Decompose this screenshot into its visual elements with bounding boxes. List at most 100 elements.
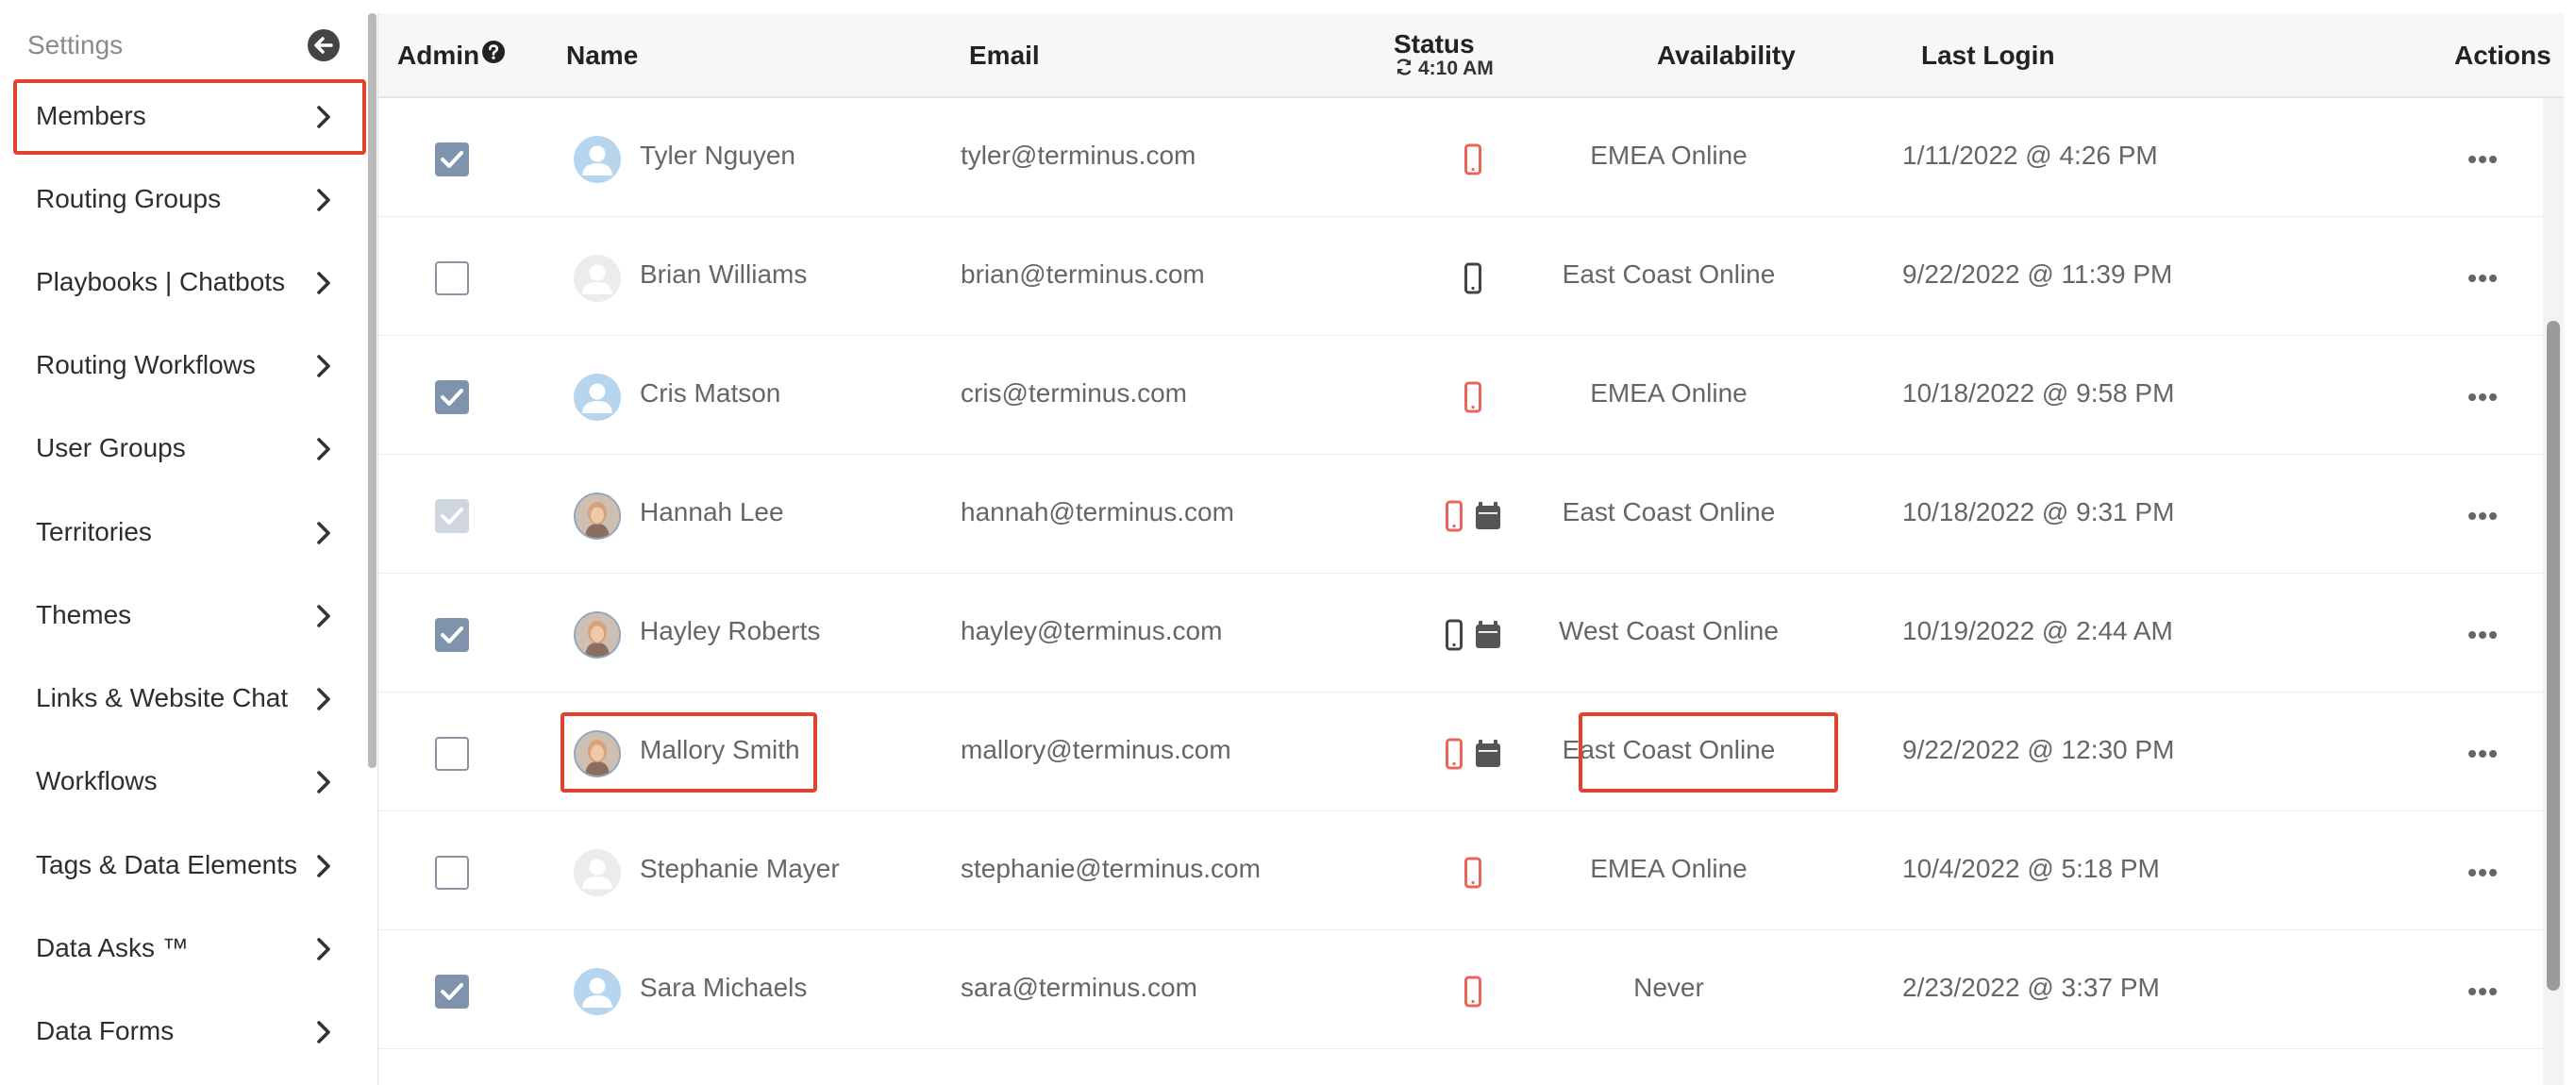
sidebar-item-label: Territories	[36, 517, 152, 546]
status-refresh[interactable]: 4:10 AM	[1394, 57, 1494, 80]
more-actions-icon[interactable]	[2467, 628, 2499, 645]
more-actions-icon[interactable]	[2467, 985, 2499, 1002]
more-actions-icon[interactable]	[2467, 153, 2499, 170]
table-row[interactable]: Sara Michaels sara@terminus.com Never 2/23/…	[378, 930, 2543, 1049]
member-email: hayley@terminus.com	[961, 616, 1223, 645]
admin-checkbox	[435, 499, 469, 533]
member-name[interactable]: Tyler Nguyen	[640, 141, 795, 171]
member-name[interactable]: Brian Williams	[640, 259, 807, 290]
mobile-icon	[1445, 618, 1464, 652]
sidebar-item-data-forms[interactable]: Data Forms	[13, 994, 366, 1070]
column-status[interactable]: Status	[1394, 29, 1475, 59]
availability[interactable]: West Coast Online	[1492, 616, 1846, 646]
column-name[interactable]: Name	[566, 41, 638, 71]
availability[interactable]: EMEA Online	[1492, 854, 1846, 884]
sidebar-item-label: Workflows	[36, 766, 158, 795]
availability[interactable]: EMEA Online	[1492, 378, 1846, 409]
member-name[interactable]: Stephanie Mayer	[640, 854, 840, 884]
last-login: 2/23/2022 @ 3:37 PM	[1902, 973, 2160, 1002]
sidebar-item-members[interactable]: Members	[13, 79, 366, 155]
availability[interactable]: Never	[1492, 973, 1846, 1003]
table-row[interactable]: Hannah Lee hannah@terminus.com East Coast …	[378, 455, 2543, 574]
member-name[interactable]: Cris Matson	[640, 378, 780, 409]
member-email: sara@terminus.com	[961, 973, 1197, 1002]
availability[interactable]: East Coast Online	[1492, 497, 1846, 527]
table-scrollbar-thumb[interactable]	[2547, 321, 2560, 991]
more-actions-icon[interactable]	[2467, 866, 2499, 883]
members-table: Admin Name Email Status 4:10 AM Availabi…	[377, 13, 2564, 1085]
avatar	[574, 968, 621, 1015]
avatar	[574, 136, 621, 183]
sidebar-item-territories[interactable]: Territories	[13, 495, 366, 571]
table-row[interactable]: Tyler Nguyen tyler@terminus.com EMEA Onlin…	[378, 98, 2543, 217]
last-login: 9/22/2022 @ 12:30 PM	[1902, 735, 2175, 764]
sidebar-item-label: Members	[36, 101, 146, 130]
table-row[interactable]: Brian Williams brian@terminus.com East Coa…	[378, 217, 2543, 336]
chevron-right-icon	[315, 187, 332, 218]
member-email: cris@terminus.com	[961, 378, 1188, 408]
sidebar-scrollbar[interactable]	[368, 13, 376, 768]
chevron-right-icon	[315, 769, 332, 800]
sidebar-item-data-asks[interactable]: Data Asks ™	[13, 911, 366, 987]
sidebar-item-playbooks-chatbots[interactable]: Playbooks | Chatbots	[13, 245, 366, 321]
highlight-box-name	[560, 712, 817, 793]
sidebar-item-label: Playbooks | Chatbots	[36, 267, 286, 296]
sidebar-item-tags-data-elements[interactable]: Tags & Data Elements	[13, 828, 366, 904]
sidebar-title: Settings	[27, 30, 124, 59]
chevron-right-icon	[315, 853, 332, 884]
admin-checkbox[interactable]	[435, 618, 469, 652]
admin-checkbox[interactable]	[435, 261, 469, 295]
column-availability[interactable]: Availability	[1657, 41, 1796, 71]
sidebar-item-routing-workflows[interactable]: Routing Workflows	[13, 328, 366, 404]
member-name[interactable]: Hannah Lee	[640, 497, 784, 527]
more-actions-icon[interactable]	[2467, 272, 2499, 289]
avatar	[574, 849, 621, 896]
more-actions-icon[interactable]	[2467, 747, 2499, 764]
admin-checkbox[interactable]	[435, 380, 469, 414]
member-name[interactable]: Sara Michaels	[640, 973, 807, 1003]
admin-checkbox[interactable]	[435, 142, 469, 176]
mobile-icon	[1464, 856, 1482, 890]
column-last-login[interactable]: Last Login	[1921, 41, 2055, 71]
more-actions-icon[interactable]	[2467, 391, 2499, 408]
sidebar-header: Settings	[27, 28, 340, 66]
back-arrow-icon[interactable]	[308, 29, 340, 61]
availability[interactable]: EMEA Online	[1492, 141, 1846, 171]
admin-checkbox[interactable]	[435, 856, 469, 890]
table-row[interactable]: Stephanie Mayer stephanie@terminus.com EME…	[378, 811, 2543, 930]
column-email[interactable]: Email	[969, 41, 1040, 71]
member-name[interactable]: Hayley Roberts	[640, 616, 820, 646]
sidebar-item-themes[interactable]: Themes	[13, 578, 366, 654]
availability[interactable]: East Coast Online	[1492, 259, 1846, 290]
sidebar-item-user-groups[interactable]: User Groups	[13, 411, 366, 487]
highlight-box-availability	[1579, 712, 1838, 793]
admin-checkbox[interactable]	[435, 737, 469, 771]
chevron-right-icon	[315, 353, 332, 384]
sidebar-item-label: Links & Website Chat	[36, 683, 289, 712]
refresh-icon	[1397, 58, 1412, 75]
column-admin[interactable]: Admin	[397, 41, 479, 71]
sidebar-item-label: Data Forms	[36, 1016, 175, 1045]
sidebar-item-workflows[interactable]: Workflows	[13, 744, 366, 820]
sidebar-item-label: User Groups	[36, 433, 186, 462]
sidebar-item-links-website-chat[interactable]: Links & Website Chat	[13, 661, 366, 737]
sidebar-item-routing-groups[interactable]: Routing Groups	[13, 162, 366, 238]
mobile-icon	[1464, 261, 1482, 295]
table-row[interactable]: Hayley Roberts hayley@terminus.com West Co…	[378, 574, 2543, 693]
table-row[interactable]: Cris Matson cris@terminus.com EMEA Online 1…	[378, 336, 2543, 455]
avatar	[574, 492, 621, 540]
mobile-icon	[1464, 380, 1482, 414]
table-row[interactable]: Mallory Smith mallory@terminus.com East Co…	[378, 693, 2543, 811]
avatar	[574, 611, 621, 659]
last-login: 9/22/2022 @ 11:39 PM	[1902, 259, 2173, 289]
more-actions-icon[interactable]	[2467, 509, 2499, 526]
member-email: tyler@terminus.com	[961, 141, 1196, 170]
help-icon[interactable]	[481, 40, 506, 69]
admin-checkbox[interactable]	[435, 975, 469, 1009]
sidebar-item-label: Routing Workflows	[36, 350, 256, 379]
chevron-right-icon	[315, 270, 332, 301]
sidebar-item-label: Themes	[36, 600, 132, 629]
sidebar-item-label: Tags & Data Elements	[36, 850, 298, 879]
avatar	[574, 255, 621, 302]
chevron-right-icon	[315, 1019, 332, 1050]
